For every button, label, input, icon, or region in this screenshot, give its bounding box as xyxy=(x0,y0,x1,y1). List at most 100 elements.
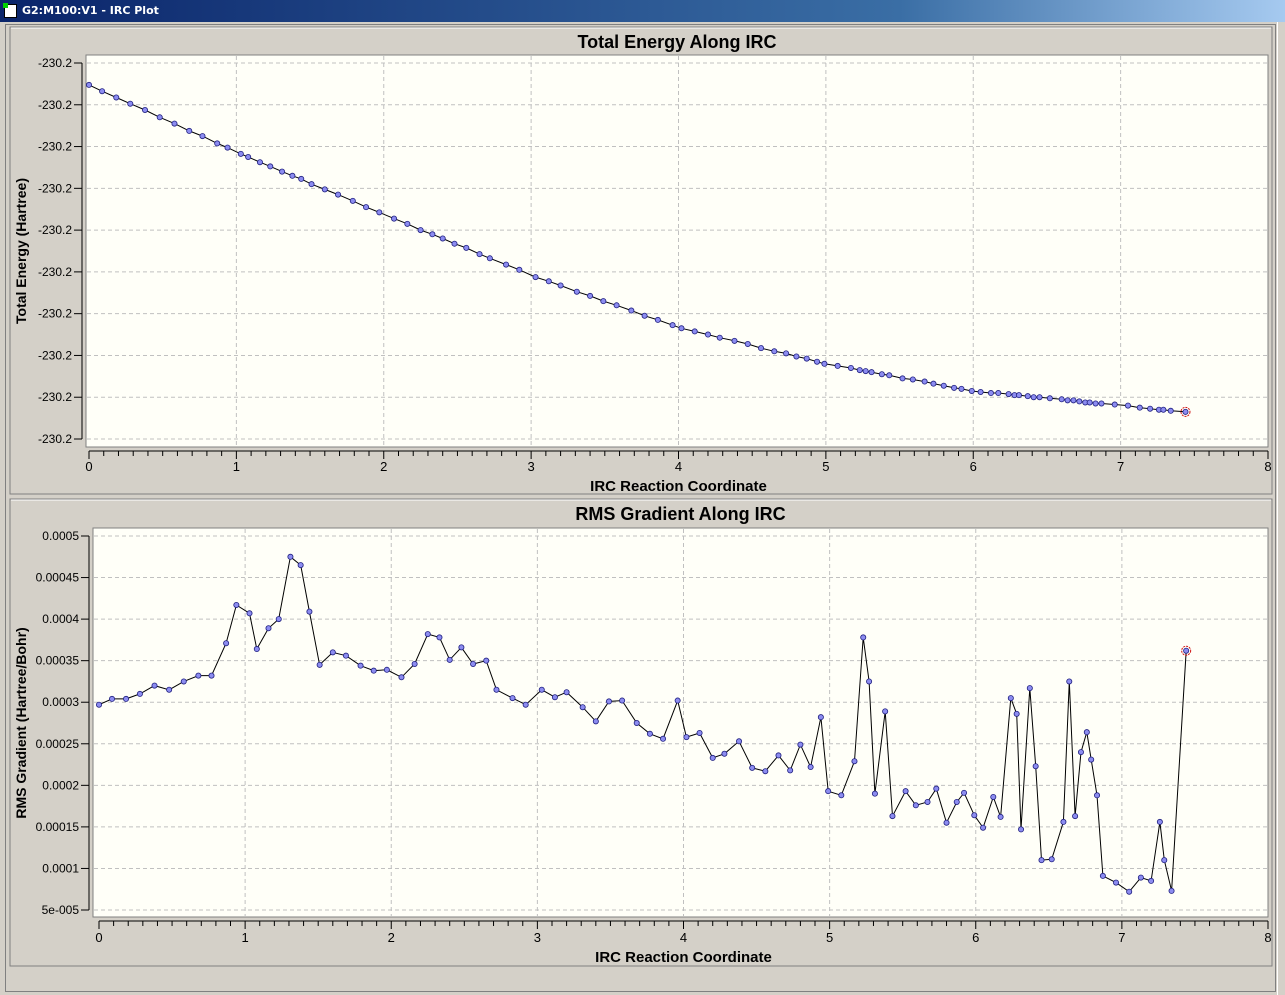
data-point xyxy=(573,288,580,295)
data-point xyxy=(817,714,824,721)
plot-area xyxy=(85,54,1269,448)
data-point xyxy=(1124,402,1131,409)
data-point xyxy=(736,738,743,745)
x-tick-label: 6 xyxy=(970,459,977,474)
data-point xyxy=(886,372,893,379)
x-tick-label: 4 xyxy=(675,459,682,474)
data-point xyxy=(411,660,418,667)
data-point xyxy=(783,350,790,357)
data-point xyxy=(398,674,405,681)
data-point xyxy=(451,240,458,247)
y-tick-label: 0.00025 xyxy=(36,737,80,751)
data-point xyxy=(237,150,244,157)
data-point xyxy=(298,175,305,182)
x-tick-label: 1 xyxy=(242,930,249,945)
data-point xyxy=(538,686,545,693)
data-point xyxy=(1136,404,1143,411)
y-tick-label: -230.2 xyxy=(38,140,72,154)
y-tick-label: 0.0004 xyxy=(42,612,79,626)
data-point xyxy=(683,734,690,741)
data-point xyxy=(860,634,867,641)
data-point xyxy=(1064,397,1071,404)
data-point xyxy=(834,362,841,369)
x-tick-label: 5 xyxy=(822,459,829,474)
x-tick-label: 6 xyxy=(972,930,979,945)
data-point xyxy=(587,292,594,299)
data-point xyxy=(1032,763,1039,770)
data-point xyxy=(1083,729,1090,736)
data-point xyxy=(882,708,889,715)
data-point xyxy=(171,120,178,127)
data-point xyxy=(958,385,965,392)
data-point xyxy=(862,368,869,375)
data-point xyxy=(749,764,756,771)
data-point xyxy=(417,227,424,234)
x-axis-label: IRC Reaction Coordinate xyxy=(595,949,772,966)
y-axis-label: Total Energy (Hartree) xyxy=(13,178,29,324)
data-point xyxy=(439,235,446,242)
data-point xyxy=(674,697,681,704)
data-point xyxy=(803,355,810,362)
data-point xyxy=(856,367,863,374)
data-point xyxy=(256,159,263,166)
y-tick-label: 0.00035 xyxy=(36,654,80,668)
chart-2: RMS Gradient Along IRC 0 1 2 3 4 5 6 7 8 0.0005 0.0… xyxy=(9,498,1273,967)
data-point xyxy=(980,824,987,831)
data-point xyxy=(335,191,342,198)
data-point xyxy=(463,244,470,251)
data-point xyxy=(470,660,477,667)
y-tick-label: 0.00015 xyxy=(36,820,80,834)
data-point xyxy=(851,758,858,765)
data-point xyxy=(493,686,500,693)
data-point xyxy=(404,220,411,227)
y-tick-label: -230.2 xyxy=(38,348,72,362)
data-point xyxy=(1148,877,1155,884)
data-point xyxy=(971,812,978,819)
x-tick-label: 0 xyxy=(85,459,92,474)
data-point xyxy=(771,348,778,355)
y-tick-label: -230.2 xyxy=(38,56,72,70)
data-point xyxy=(951,384,958,391)
x-tick-label: 3 xyxy=(534,930,541,945)
data-point xyxy=(977,388,984,395)
data-point xyxy=(797,741,804,748)
data-point xyxy=(476,251,483,258)
data-point xyxy=(1066,678,1073,685)
data-point xyxy=(899,375,906,382)
data-point xyxy=(995,390,1002,397)
data-point xyxy=(123,695,130,702)
data-point xyxy=(1086,399,1093,406)
chart-1: Total Energy Along IRC 0 1 2 3 4 5 6 7 8 -230.2 -23… xyxy=(9,26,1273,495)
data-point xyxy=(1046,395,1053,402)
x-tick-label: 2 xyxy=(388,930,395,945)
data-point xyxy=(787,767,794,774)
data-point xyxy=(691,328,698,335)
data-point xyxy=(370,667,377,674)
data-point xyxy=(267,163,274,170)
data-point xyxy=(1013,710,1020,717)
x-tick-label: 0 xyxy=(95,930,102,945)
x-tick-label: 4 xyxy=(680,930,687,945)
data-point xyxy=(619,697,626,704)
data-point xyxy=(96,701,103,708)
data-point xyxy=(1077,749,1084,756)
data-point xyxy=(316,661,323,668)
data-point xyxy=(654,316,661,323)
data-point xyxy=(866,678,873,685)
data-point xyxy=(933,785,940,792)
x-axis-label: IRC Reaction Coordinate xyxy=(590,478,767,495)
data-point xyxy=(245,153,252,160)
x-tick-label: 8 xyxy=(1264,930,1271,945)
data-point xyxy=(660,735,667,742)
data-point xyxy=(1137,874,1144,881)
data-point xyxy=(1168,887,1175,894)
data-point xyxy=(1018,826,1025,833)
data-point xyxy=(775,752,782,759)
data-point xyxy=(306,608,313,615)
data-point xyxy=(1183,647,1190,654)
data-point xyxy=(246,610,253,617)
data-point xyxy=(156,114,163,121)
data-point xyxy=(646,730,653,737)
data-point xyxy=(1160,406,1167,413)
data-point xyxy=(912,802,919,809)
